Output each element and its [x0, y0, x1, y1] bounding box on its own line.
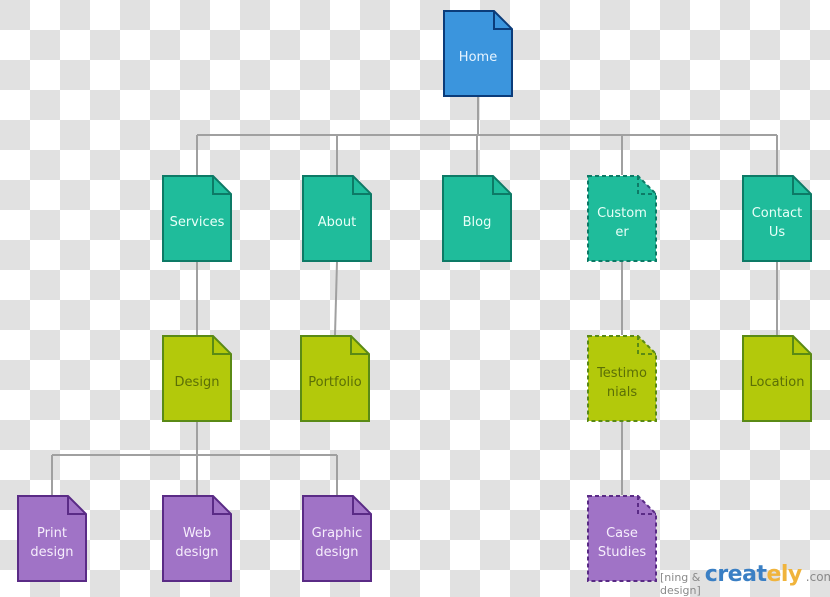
node-portfolio[interactable]: Portfolio — [300, 335, 370, 422]
node-label: Print design — [30, 525, 74, 560]
node-label: Design — [174, 375, 220, 390]
node-contact[interactable]: Contact Us — [742, 175, 812, 262]
node-label: Home — [458, 50, 498, 65]
node-label: Location — [749, 375, 805, 390]
creately-logo: creately — [704, 562, 803, 587]
node-label: About — [317, 215, 357, 230]
node-label: Graphic design — [311, 525, 363, 560]
node-about[interactable]: About — [302, 175, 372, 262]
node-web[interactable]: Web design — [162, 495, 232, 582]
node-graphic[interactable]: Graphic design — [302, 495, 372, 582]
watermark-domain: .com — [805, 570, 830, 584]
connector-lines — [51, 97, 778, 495]
node-blog[interactable]: Blog — [442, 175, 512, 262]
node-label: Custom er — [597, 205, 647, 240]
node-label: Case Studies — [597, 525, 647, 560]
creately-watermark: [ning & design] creately .com — [660, 562, 830, 597]
node-testimonials[interactable]: Testimo nials — [587, 335, 657, 422]
node-label: Testimo nials — [597, 365, 647, 400]
watermark-caption: [ning & design] — [660, 571, 701, 597]
node-services[interactable]: Services — [162, 175, 232, 262]
node-label: Services — [169, 215, 225, 230]
node-print[interactable]: Print design — [17, 495, 87, 582]
node-label: Web design — [175, 525, 219, 560]
connector-line — [334, 261, 338, 336]
node-customer[interactable]: Custom er — [587, 175, 657, 262]
node-location[interactable]: Location — [742, 335, 812, 422]
node-case[interactable]: Case Studies — [587, 495, 657, 582]
node-label: Portfolio — [308, 375, 362, 390]
node-label: Blog — [462, 215, 492, 230]
node-home[interactable]: Home — [443, 10, 513, 97]
node-label: Contact Us — [751, 205, 803, 240]
node-design[interactable]: Design — [162, 335, 232, 422]
